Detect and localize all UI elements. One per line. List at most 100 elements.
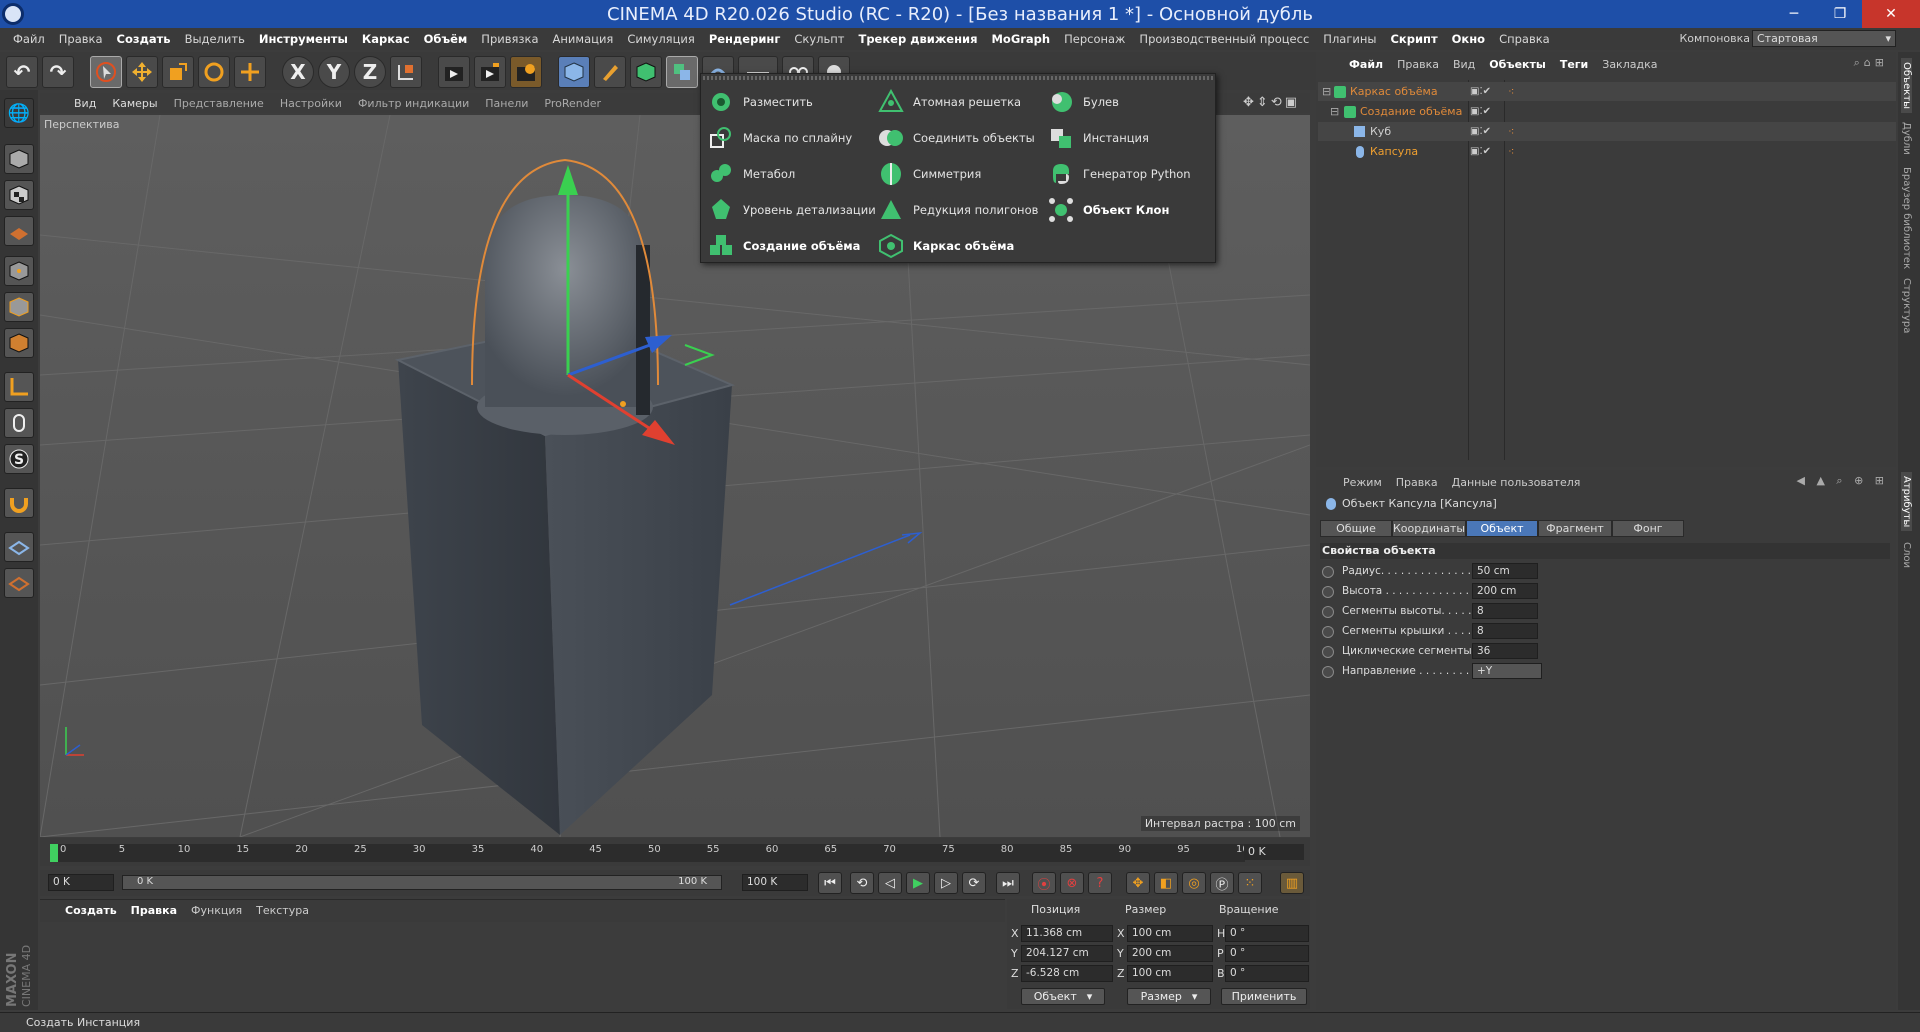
prop-value-field[interactable]: 8 bbox=[1472, 603, 1538, 619]
key-position-button[interactable]: ✥ bbox=[1126, 872, 1150, 894]
goto-start-button[interactable]: ⏮ bbox=[818, 872, 842, 894]
tab-basic[interactable]: Общие bbox=[1320, 520, 1392, 537]
material-menu-edit[interactable]: Правка bbox=[124, 904, 184, 917]
close-button[interactable]: ✕ bbox=[1862, 0, 1920, 28]
apply-button[interactable]: Применить bbox=[1221, 988, 1307, 1005]
om-menu-file[interactable]: Файл bbox=[1342, 58, 1390, 71]
dropdown-item-spline-mask[interactable]: Маска по сплайну bbox=[707, 122, 852, 154]
dropdown-item-atom-array[interactable]: Атомная решетка bbox=[877, 86, 1021, 118]
om-menu-edit[interactable]: Правка bbox=[1390, 58, 1446, 71]
dropdown-item-symmetry[interactable]: Симметрия bbox=[877, 158, 981, 190]
tag-icon[interactable]: ⁖ bbox=[1508, 85, 1514, 98]
timeline-ruler[interactable]: 0510152025303540455055606570758085909510… bbox=[50, 844, 1255, 862]
menu-character[interactable]: Персонаж bbox=[1057, 32, 1132, 46]
timeline[interactable]: 0510152025303540455055606570758085909510… bbox=[40, 838, 1310, 866]
om-menu-view[interactable]: Вид bbox=[1446, 58, 1482, 71]
object-row[interactable]: Куб ▣⁚✔ ⁖ bbox=[1318, 122, 1896, 141]
dropdown-item-connect[interactable]: Соединить объекты bbox=[877, 122, 1035, 154]
attr-menu-user-data[interactable]: Данные пользователя bbox=[1445, 476, 1588, 489]
position-y-field[interactable]: 204.127 cm bbox=[1021, 945, 1113, 962]
planar-workplane-button[interactable] bbox=[4, 568, 34, 598]
end-frame-field[interactable]: 100 K bbox=[742, 874, 808, 891]
scale-tool-button[interactable] bbox=[162, 56, 194, 88]
material-menu-texture[interactable]: Текстура bbox=[249, 904, 316, 917]
viewport-menu-display[interactable]: Представление bbox=[166, 97, 272, 110]
size-y-field[interactable]: 200 cm bbox=[1127, 945, 1213, 962]
viewport-menu-filter[interactable]: Фильтр индикации bbox=[350, 97, 477, 110]
menu-pipeline[interactable]: Производственный процесс bbox=[1132, 32, 1316, 46]
right-tab-objects[interactable]: Объекты bbox=[1901, 58, 1912, 114]
size-x-field[interactable]: 100 cm bbox=[1127, 925, 1213, 942]
position-x-field[interactable]: 11.368 cm bbox=[1021, 925, 1113, 942]
coordinate-system-button[interactable] bbox=[390, 56, 422, 88]
keyframe-radio[interactable] bbox=[1322, 646, 1334, 658]
prop-value-field[interactable]: 8 bbox=[1472, 623, 1538, 639]
keyframe-selection-button[interactable]: ? bbox=[1088, 872, 1112, 894]
dropdown-item-volume-mesher[interactable]: Каркас объёма bbox=[877, 230, 1014, 262]
dropdown-item-polygon-reduction[interactable]: Редукция полигонов bbox=[877, 194, 1038, 226]
key-parameter-button[interactable]: Ⓟ bbox=[1210, 872, 1234, 894]
viewport-nav-icons[interactable]: ✥⇕⟲▣ bbox=[1243, 95, 1300, 110]
tag-icon[interactable]: ⁖ bbox=[1508, 145, 1514, 158]
keyframe-radio[interactable] bbox=[1322, 566, 1334, 578]
menu-render[interactable]: Рендеринг bbox=[702, 32, 788, 46]
keyframe-radio[interactable] bbox=[1322, 606, 1334, 618]
tag-icon[interactable]: ⁖ bbox=[1508, 125, 1514, 138]
record-button[interactable]: ⦿ bbox=[1032, 872, 1056, 894]
coord-mode-select[interactable]: Объект ▾ bbox=[1021, 988, 1105, 1005]
next-frame-button[interactable]: ▷ bbox=[934, 872, 958, 894]
points-mode-button[interactable] bbox=[4, 256, 34, 286]
timeline-window-button[interactable]: ▥ bbox=[1280, 872, 1304, 894]
visibility-check-icon[interactable]: ▣⁚✔ bbox=[1470, 86, 1491, 97]
workplane-button[interactable] bbox=[4, 216, 34, 246]
menu-mesh[interactable]: Каркас bbox=[355, 32, 417, 46]
position-z-field[interactable]: -6.528 cm bbox=[1021, 965, 1113, 982]
prev-key-button[interactable]: ⟲ bbox=[850, 872, 874, 894]
rotation-b-field[interactable]: 0 ° bbox=[1225, 965, 1309, 982]
polygons-mode-button[interactable] bbox=[4, 328, 34, 358]
viewport-menu-view[interactable]: Вид bbox=[66, 97, 104, 110]
size-z-field[interactable]: 100 cm bbox=[1127, 965, 1213, 982]
menu-edit[interactable]: Правка bbox=[52, 32, 110, 46]
playhead[interactable] bbox=[50, 844, 58, 862]
right-tab-structure[interactable]: Структура bbox=[1901, 278, 1912, 333]
attr-menu-edit[interactable]: Правка bbox=[1389, 476, 1445, 489]
prop-orientation-select[interactable]: +Y bbox=[1472, 663, 1542, 679]
search-icon[interactable]: ⌕⌂⊞ bbox=[1854, 56, 1888, 70]
tweak-mode-button[interactable] bbox=[4, 408, 34, 438]
nav-arrows-icon[interactable]: ◀ ▲ ⌕ ⊕ ⊞ bbox=[1797, 474, 1889, 488]
dropdown-item-metaball[interactable]: Метабол bbox=[707, 158, 795, 190]
prev-frame-button[interactable]: ◁ bbox=[878, 872, 902, 894]
model-mode-button[interactable] bbox=[4, 144, 34, 174]
size-mode-select[interactable]: Размер ▾ bbox=[1127, 988, 1211, 1005]
dropdown-item-instance[interactable]: Инстанция bbox=[1047, 122, 1149, 154]
start-frame-field[interactable]: 0 K bbox=[48, 874, 114, 891]
menu-animate[interactable]: Анимация bbox=[546, 32, 621, 46]
visibility-check-icon[interactable]: ▣⁚✔ bbox=[1470, 126, 1491, 137]
object-list[interactable]: ⊟ Каркас объёма ▣⁚✔ ⁖ ⊟ Создание объёма … bbox=[1318, 80, 1896, 460]
recent-tool-button[interactable] bbox=[234, 56, 266, 88]
menu-simulate[interactable]: Симуляция bbox=[620, 32, 701, 46]
next-key-button[interactable]: ⟳ bbox=[962, 872, 986, 894]
menu-window[interactable]: Окно bbox=[1445, 32, 1492, 46]
magnet-button[interactable] bbox=[4, 488, 34, 518]
rotation-h-field[interactable]: 0 ° bbox=[1225, 925, 1309, 942]
prop-value-field[interactable]: 36 bbox=[1472, 643, 1538, 659]
menu-file[interactable]: Файл bbox=[6, 32, 52, 46]
attr-menu-mode[interactable]: Режим bbox=[1336, 476, 1389, 489]
om-menu-objects[interactable]: Объекты bbox=[1482, 58, 1553, 71]
pen-tool-button[interactable] bbox=[594, 56, 626, 88]
tab-slice[interactable]: Фрагмент bbox=[1538, 520, 1612, 537]
goto-end-button[interactable]: ⏭ bbox=[996, 872, 1020, 894]
visibility-check-icon[interactable]: ▣⁚✔ bbox=[1470, 146, 1491, 157]
move-tool-button[interactable] bbox=[126, 56, 158, 88]
dropdown-item-boole[interactable]: Булев bbox=[1047, 86, 1119, 118]
viewport-menu-options[interactable]: Настройки bbox=[272, 97, 350, 110]
object-row[interactable]: ⊟ Создание объёма ▣⁚✔ bbox=[1318, 102, 1896, 121]
live-selection-button[interactable] bbox=[90, 56, 122, 88]
viewport-menu-cameras[interactable]: Камеры bbox=[104, 97, 165, 110]
redo-button[interactable]: ↷ bbox=[42, 56, 74, 88]
tab-phong[interactable]: Фонг bbox=[1612, 520, 1684, 537]
y-axis-lock-button[interactable]: Y bbox=[318, 56, 350, 88]
menu-sculpt[interactable]: Скульпт bbox=[787, 32, 851, 46]
